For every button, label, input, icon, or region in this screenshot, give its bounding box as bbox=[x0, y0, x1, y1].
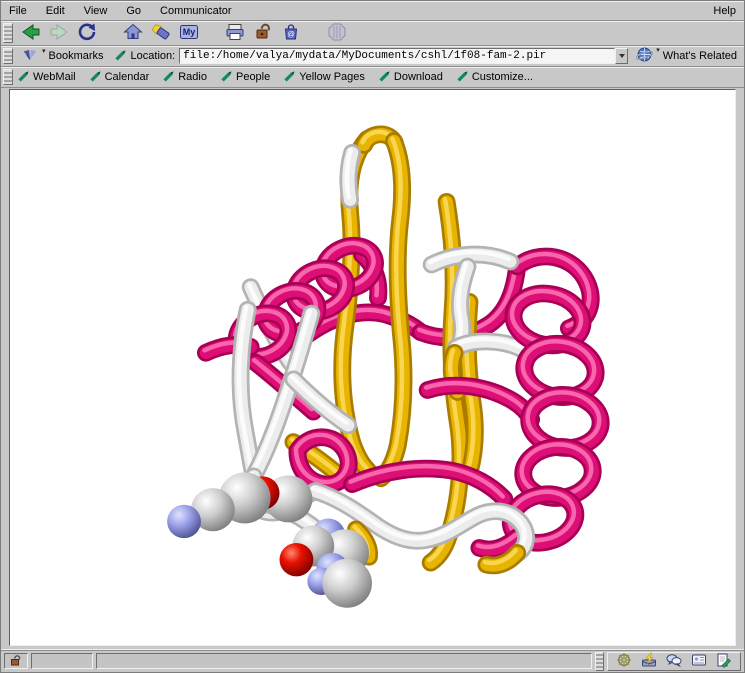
bookmark-dart-icon bbox=[283, 69, 296, 85]
my-netscape-icon: My bbox=[178, 21, 200, 46]
chevron-down-icon bbox=[619, 54, 625, 58]
url-history-dropdown[interactable] bbox=[615, 48, 628, 64]
spacefill-residue-left bbox=[167, 472, 312, 538]
component-bar bbox=[607, 652, 741, 671]
toolbar-grip[interactable] bbox=[3, 23, 13, 43]
stop-icon bbox=[326, 21, 348, 46]
mailbox-component-button[interactable] bbox=[640, 653, 658, 669]
menu-edit[interactable]: Edit bbox=[46, 5, 65, 17]
personal-item-label: People bbox=[236, 71, 270, 83]
personal-item-webmail[interactable]: WebMail bbox=[17, 69, 76, 85]
bookmark-dart-icon bbox=[220, 69, 233, 85]
bookmarks-icon bbox=[21, 47, 39, 65]
personal-item-radio[interactable]: Radio bbox=[162, 69, 207, 85]
reload-icon bbox=[76, 21, 98, 46]
back-button[interactable] bbox=[17, 22, 45, 44]
shop-button[interactable]: @ bbox=[277, 22, 305, 44]
address-book-component-button[interactable] bbox=[690, 653, 708, 669]
molecule-viewport[interactable] bbox=[9, 89, 736, 646]
status-message bbox=[96, 653, 592, 669]
location-label: Location: bbox=[131, 50, 176, 62]
menu-view[interactable]: View bbox=[84, 5, 108, 17]
security-lock-icon bbox=[252, 21, 274, 46]
navigator-wheel-icon bbox=[616, 652, 632, 671]
personal-item-customize[interactable]: Customize... bbox=[456, 69, 533, 85]
reload-button[interactable] bbox=[73, 22, 101, 44]
bookmarks-button[interactable]: ▾ Bookmarks bbox=[17, 47, 108, 65]
personal-item-people[interactable]: People bbox=[220, 69, 270, 85]
forward-button[interactable] bbox=[45, 22, 73, 44]
personal-toolbar-grip[interactable] bbox=[3, 69, 13, 85]
protein-structure bbox=[10, 90, 735, 645]
url-input[interactable] bbox=[179, 48, 615, 64]
composer-icon bbox=[716, 652, 732, 671]
address-book-icon bbox=[691, 652, 707, 671]
discussions-icon bbox=[666, 652, 682, 671]
status-lock-icon bbox=[9, 653, 23, 670]
personal-item-label: Yellow Pages bbox=[299, 71, 365, 83]
security-button[interactable] bbox=[249, 22, 277, 44]
print-button[interactable] bbox=[221, 22, 249, 44]
personal-item-yellow-pages[interactable]: Yellow Pages bbox=[283, 69, 365, 85]
svg-text:@: @ bbox=[287, 29, 295, 38]
page-proxy-icon[interactable] bbox=[114, 48, 127, 64]
menu-file[interactable]: File bbox=[9, 5, 27, 17]
stop-button[interactable] bbox=[323, 22, 351, 44]
whats-related-label: What's Related bbox=[663, 50, 737, 62]
content-area bbox=[1, 88, 744, 649]
personal-item-label: Download bbox=[394, 71, 443, 83]
location-toolbar: ▾ Bookmarks Location: ▾ What's Related bbox=[1, 46, 744, 67]
whats-related-tick-icon: ▾ bbox=[656, 47, 660, 54]
personal-item-calendar[interactable]: Calendar bbox=[89, 69, 150, 85]
menu-help[interactable]: Help bbox=[713, 5, 736, 17]
personal-item-label: Calendar bbox=[105, 71, 150, 83]
bookmark-dart-icon bbox=[378, 69, 391, 85]
menu-go[interactable]: Go bbox=[126, 5, 141, 17]
search-button[interactable] bbox=[147, 22, 175, 44]
discussions-component-button[interactable] bbox=[665, 653, 683, 669]
navigation-toolbar: My @ bbox=[1, 21, 744, 46]
bookmarks-dropdown-tick-icon: ▾ bbox=[42, 48, 46, 55]
progress-indicator bbox=[31, 653, 93, 669]
component-bar-grip[interactable] bbox=[595, 652, 604, 671]
composer-component-button[interactable] bbox=[715, 653, 733, 669]
menu-communicator[interactable]: Communicator bbox=[160, 5, 232, 17]
mailbox-icon bbox=[641, 652, 657, 671]
status-bar bbox=[1, 649, 744, 672]
svg-text:My: My bbox=[183, 27, 196, 37]
whats-related-globe-icon bbox=[636, 46, 653, 66]
personal-item-download[interactable]: Download bbox=[378, 69, 443, 85]
forward-icon bbox=[48, 21, 70, 46]
print-icon bbox=[224, 21, 246, 46]
browser-window: File Edit View Go Communicator Help My @ bbox=[0, 0, 745, 673]
shop-icon: @ bbox=[280, 21, 302, 46]
home-button[interactable] bbox=[119, 22, 147, 44]
bookmark-dart-icon bbox=[456, 69, 469, 85]
bookmark-dart-icon bbox=[17, 69, 30, 85]
home-icon bbox=[122, 21, 144, 46]
personal-item-label: WebMail bbox=[33, 71, 76, 83]
navigator-component-button[interactable] bbox=[615, 653, 633, 669]
back-icon bbox=[20, 21, 42, 46]
bookmark-dart-icon bbox=[89, 69, 102, 85]
location-toolbar-grip[interactable] bbox=[3, 48, 13, 64]
security-status[interactable] bbox=[4, 653, 28, 669]
menu-bar: File Edit View Go Communicator Help bbox=[1, 1, 744, 21]
bookmark-dart-icon bbox=[162, 69, 175, 85]
bookmarks-label: Bookmarks bbox=[49, 50, 104, 62]
personal-item-label: Customize... bbox=[472, 71, 533, 83]
whats-related-button[interactable]: ▾ What's Related bbox=[632, 46, 741, 66]
personal-toolbar: WebMail Calendar Radio People Yellow Pag… bbox=[1, 67, 744, 88]
my-netscape-button[interactable]: My bbox=[175, 22, 203, 44]
personal-item-label: Radio bbox=[178, 71, 207, 83]
search-icon bbox=[150, 21, 172, 46]
